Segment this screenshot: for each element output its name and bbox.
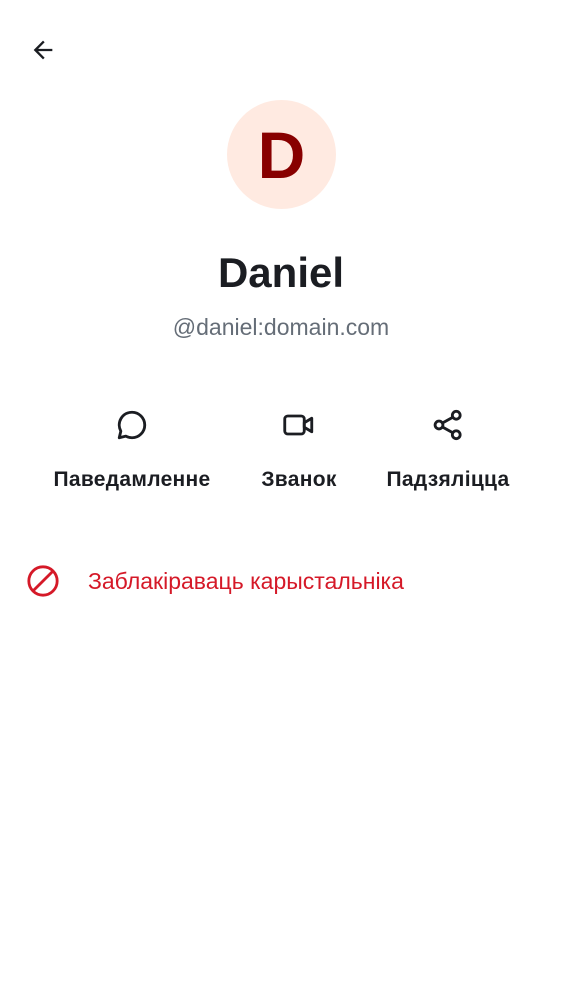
chat-bubble-icon — [114, 407, 150, 443]
block-user-button[interactable]: Заблакіраваць карыстальніка — [0, 550, 562, 612]
block-icon — [27, 565, 59, 597]
message-label: Паведамленне — [53, 468, 211, 491]
avatar: D — [227, 100, 336, 209]
display-name: Daniel — [217, 249, 345, 296]
call-label: Званок — [261, 468, 337, 491]
back-button[interactable] — [19, 26, 67, 74]
message-button[interactable]: Паведамленне — [42, 400, 222, 500]
avatar-initial: D — [257, 117, 306, 192]
block-user-label: Заблакіраваць карыстальніка — [88, 568, 404, 594]
share-icon — [430, 407, 466, 443]
share-button[interactable]: Падзяліцца — [372, 400, 524, 500]
call-button[interactable]: Званок — [234, 400, 364, 500]
user-id: @daniel:domain.com — [172, 314, 390, 340]
video-camera-icon — [281, 407, 317, 443]
share-label: Падзяліцца — [386, 468, 510, 491]
arrow-left-icon — [33, 40, 53, 60]
